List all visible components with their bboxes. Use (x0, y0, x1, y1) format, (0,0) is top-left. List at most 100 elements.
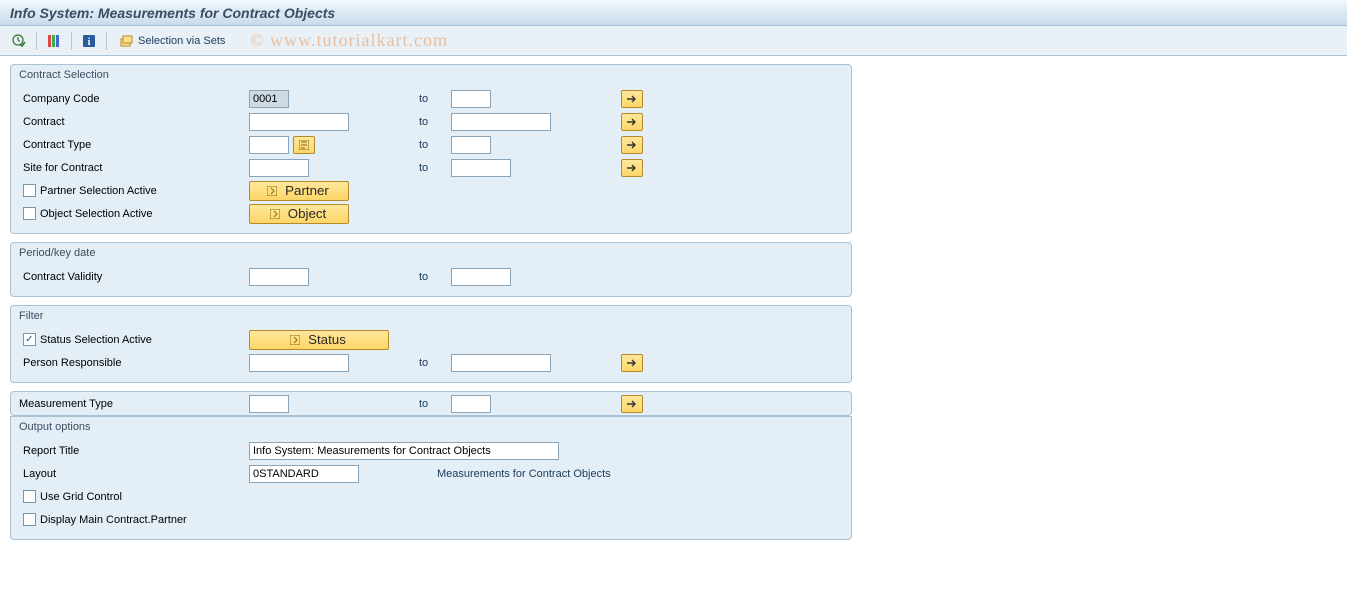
row-layout: Layout Measurements for Contract Objects (19, 462, 843, 485)
measurement-type-to-input[interactable] (451, 395, 491, 413)
content-area: Contract Selection Company Code to Contr… (0, 56, 1347, 556)
to-label: to (419, 357, 451, 369)
toolbar-separator (106, 32, 107, 50)
status-button[interactable]: Status (249, 330, 389, 350)
person-label: Person Responsible (23, 357, 121, 369)
to-label: to (419, 162, 451, 174)
company-code-label: Company Code (23, 93, 99, 105)
row-person: Person Responsible to (19, 351, 843, 374)
contract-type-label: Contract Type (23, 139, 91, 151)
to-label: to (419, 398, 451, 410)
measurement-type-label: Measurement Type (19, 398, 113, 410)
report-title-label: Report Title (23, 445, 79, 457)
contract-to-input[interactable] (451, 113, 551, 131)
group-title: Period/key date (19, 247, 843, 261)
contract-type-more-button[interactable] (621, 136, 643, 154)
display-partner-label: Display Main Contract.Partner (40, 514, 187, 526)
validity-from-input[interactable] (249, 268, 309, 286)
person-from-input[interactable] (249, 354, 349, 372)
measurement-type-from-input[interactable] (249, 395, 289, 413)
selection-via-sets-button[interactable]: Selection via Sets (113, 31, 232, 51)
partner-button-label: Partner (285, 183, 329, 198)
execute-button[interactable] (8, 31, 30, 51)
row-object-selection: Object Selection Active Object (19, 202, 843, 225)
expand-icon (268, 207, 282, 221)
watermark: © www.tutorialkart.com (250, 30, 448, 51)
status-selection-label: Status Selection Active (40, 334, 152, 346)
row-measurement-type: Measurement Type to (19, 392, 843, 415)
group-title: Output options (19, 421, 843, 435)
svg-text:i: i (88, 37, 91, 48)
object-button-label: Object (288, 206, 327, 221)
contract-label: Contract (23, 116, 65, 128)
title-bar: Info System: Measurements for Contract O… (0, 0, 1347, 26)
company-code-to-input[interactable] (451, 90, 491, 108)
group-title: Contract Selection (19, 69, 843, 83)
group-output: Output options Report Title Layout Measu… (10, 416, 852, 540)
layout-label: Layout (23, 468, 56, 480)
site-to-input[interactable] (451, 159, 511, 177)
partner-selection-checkbox[interactable] (23, 184, 36, 197)
arrow-right-icon (626, 163, 638, 173)
arrow-right-icon (626, 140, 638, 150)
grid-control-label: Use Grid Control (40, 491, 122, 503)
toolbar-separator (36, 32, 37, 50)
object-button[interactable]: Object (249, 204, 349, 224)
row-validity: Contract Validity to (19, 265, 843, 288)
object-selection-checkbox[interactable] (23, 207, 36, 220)
company-code-from-input[interactable] (249, 90, 289, 108)
layout-input[interactable] (249, 465, 359, 483)
sets-icon (120, 34, 134, 48)
site-from-input[interactable] (249, 159, 309, 177)
company-code-more-button[interactable] (621, 90, 643, 108)
grid-control-checkbox[interactable] (23, 490, 36, 503)
person-to-input[interactable] (451, 354, 551, 372)
toolbar: i Selection via Sets © www.tutorialkart.… (0, 26, 1347, 56)
site-more-button[interactable] (621, 159, 643, 177)
report-title-input[interactable] (249, 442, 559, 460)
validity-label: Contract Validity (23, 271, 102, 283)
to-label: to (419, 93, 451, 105)
to-label: to (419, 271, 451, 283)
group-period: Period/key date Contract Validity to (10, 242, 852, 297)
row-report-title: Report Title (19, 439, 843, 462)
to-label: to (419, 139, 451, 151)
status-selection-checkbox[interactable] (23, 333, 36, 346)
group-filter: Filter Status Selection Active Status P (10, 305, 852, 383)
contract-from-input[interactable] (249, 113, 349, 131)
variant-button[interactable] (43, 31, 65, 51)
row-contract: Contract to (19, 110, 843, 133)
group-title: Filter (19, 310, 843, 324)
row-grid-control: Use Grid Control (19, 485, 843, 508)
contract-type-to-input[interactable] (451, 136, 491, 154)
arrow-right-icon (626, 358, 638, 368)
group-contract-selection: Contract Selection Company Code to Contr… (10, 64, 852, 234)
app-frame: Info System: Measurements for Contract O… (0, 0, 1347, 607)
page-title: Info System: Measurements for Contract O… (10, 5, 335, 21)
row-partner-selection: Partner Selection Active Partner (19, 179, 843, 202)
person-more-button[interactable] (621, 354, 643, 372)
status-button-label: Status (308, 332, 346, 347)
expand-icon (288, 333, 302, 347)
row-status-selection: Status Selection Active Status (19, 328, 843, 351)
partner-button[interactable]: Partner (249, 181, 349, 201)
clock-check-icon (12, 34, 26, 48)
measurement-type-more-button[interactable] (621, 395, 643, 413)
object-selection-label: Object Selection Active (40, 208, 153, 220)
contract-type-f4-button[interactable] (293, 136, 315, 154)
info-button[interactable]: i (78, 31, 100, 51)
arrow-right-icon (626, 399, 638, 409)
expand-icon (265, 184, 279, 198)
info-icon: i (82, 34, 96, 48)
toolbar-separator (71, 32, 72, 50)
rainbow-bars-icon (47, 34, 61, 48)
row-site: Site for Contract to (19, 156, 843, 179)
layout-description: Measurements for Contract Objects (437, 468, 611, 480)
row-company-code: Company Code to (19, 87, 843, 110)
validity-to-input[interactable] (451, 268, 511, 286)
display-partner-checkbox[interactable] (23, 513, 36, 526)
contract-more-button[interactable] (621, 113, 643, 131)
contract-type-from-input[interactable] (249, 136, 289, 154)
partner-selection-label: Partner Selection Active (40, 185, 157, 197)
search-help-icon (299, 140, 309, 150)
